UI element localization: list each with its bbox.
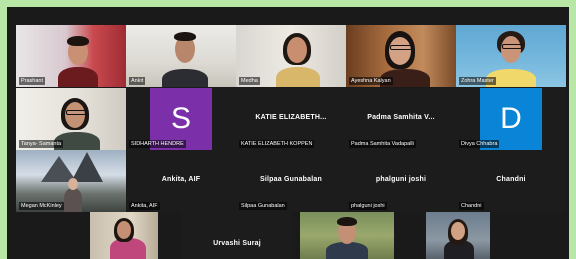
participant-tile-ayeshna-kalyan[interactable]: Ayeshna Kalyan: [346, 25, 456, 87]
participant-name: SIDHARTH HENDRE: [129, 140, 186, 148]
participant-name: Ankit: [129, 77, 146, 85]
participant-video: [426, 212, 490, 259]
participant-name: Chandni: [459, 202, 484, 210]
participant-name: Prashant: [19, 77, 46, 85]
participant-name: Tanya- Samanta: [19, 140, 64, 148]
participant-tile-prashant[interactable]: Prashant: [16, 25, 126, 87]
participant-tile-row4-3[interactable]: [300, 212, 394, 259]
participant-tile-zohra-master[interactable]: Zohra Master: [456, 25, 566, 87]
participant-name: Ankita, AIF: [129, 202, 160, 210]
participant-tile-megan-mckinley[interactable]: Megan McKinley: [16, 150, 126, 212]
participant-tile-katie-elizabeth-koppen[interactable]: KATIE ELIZABETH... KATIE ELIZABETH KOPPE…: [236, 88, 346, 150]
participant-tile-tanya-samanta[interactable]: Tanya- Samanta: [16, 88, 126, 150]
participant-name: Silpaa Gunabalan: [239, 202, 287, 210]
participant-name: KATIE ELIZABETH KOPPEN: [239, 140, 315, 148]
participant-tile-row4-4[interactable]: [426, 212, 490, 259]
participant-center-name: Chandni: [496, 176, 526, 183]
participant-name: Padma Samhita Vadapalli: [349, 140, 416, 148]
participant-tile-divya-chhabra[interactable]: D Divya Chhabra: [456, 88, 566, 150]
participant-video: [300, 212, 394, 259]
participant-center-name: phalguni joshi: [375, 176, 427, 183]
participant-name: Divya Chhabra: [459, 140, 500, 148]
participant-name: Megan McKinley: [19, 202, 64, 210]
participant-tile-sidharth-hendre[interactable]: S SIDHARTH HENDRE: [126, 88, 236, 150]
participant-tile-ankit[interactable]: Ankit: [126, 25, 236, 87]
participant-tile-medha[interactable]: Medha: [236, 25, 346, 87]
participant-name: Zohra Master: [459, 77, 496, 85]
video-gallery: Prashant Ankit Medha Ayeshna Kalyan Zohr…: [7, 7, 569, 259]
participant-center-name: Padma Samhita V...: [367, 114, 435, 121]
participant-tile-chandni[interactable]: Chandni Chandni: [456, 150, 566, 212]
participant-tile-padma-samhita-vadapalli[interactable]: Padma Samhita V... Padma Samhita Vadapal…: [346, 88, 456, 150]
participant-center-name: Ankita, AIF: [161, 176, 201, 183]
participant-name: Medha: [239, 77, 260, 85]
participant-tile-row4-1[interactable]: [90, 212, 158, 259]
participant-tile-phalguni-joshi[interactable]: phalguni joshi phalguni joshi: [346, 150, 456, 212]
participant-center-name: Urvashi Suraj: [213, 240, 261, 247]
participant-video: [90, 212, 158, 259]
participant-center-name: Silpaa Gunabalan: [260, 176, 322, 183]
participant-center-name: KATIE ELIZABETH...: [255, 114, 327, 121]
participant-name: phalguni joshi: [349, 202, 387, 210]
participant-tile-ankita-aif[interactable]: Ankita, AIF Ankita, AIF: [126, 150, 236, 212]
participant-tile-urvashi-suraj[interactable]: Urvashi Suraj: [182, 212, 292, 259]
participant-tile-silpaa-gunabalan[interactable]: Silpaa Gunabalan Silpaa Gunabalan: [236, 150, 346, 212]
participant-name: Ayeshna Kalyan: [349, 77, 393, 85]
